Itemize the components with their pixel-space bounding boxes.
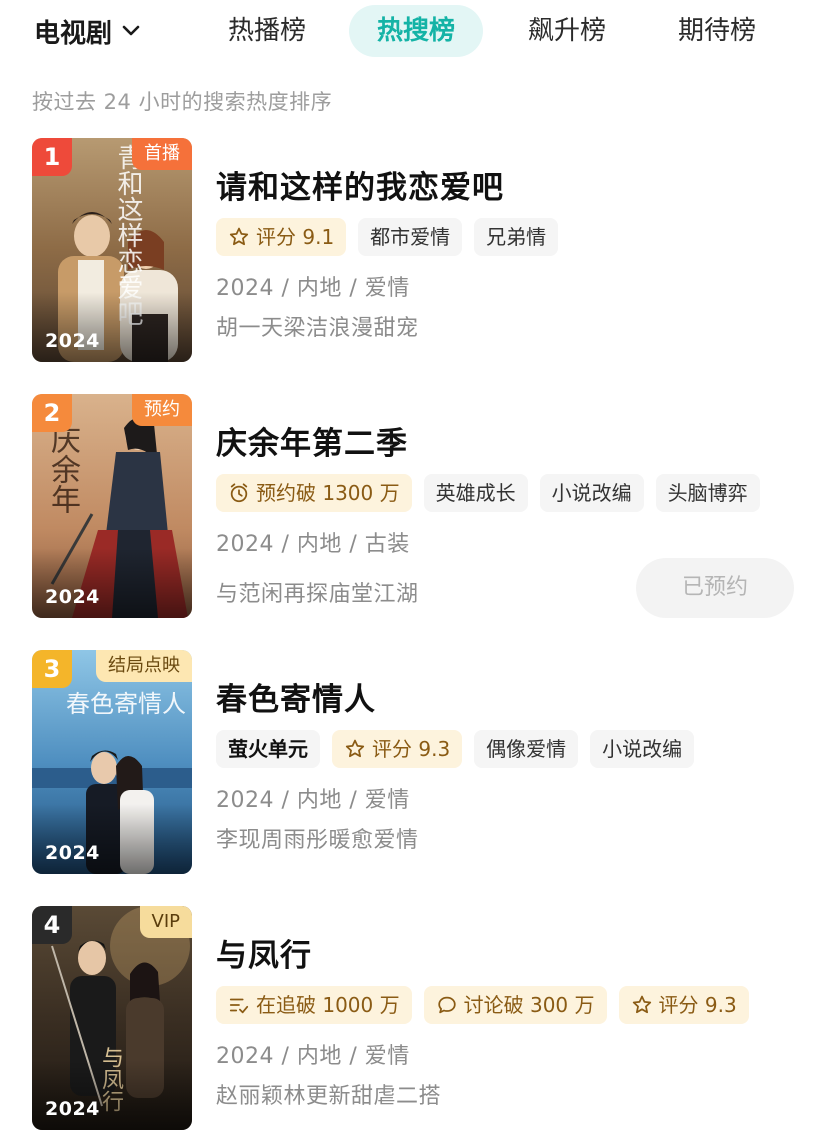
rating-tag: 评分 9.1 bbox=[216, 218, 347, 256]
discussion-tag: 讨论破 300 万 bbox=[423, 986, 607, 1024]
rank-badge: 3 bbox=[32, 650, 72, 688]
theme-tag: 小说改编 bbox=[590, 730, 695, 768]
genre-tag: 偶像爱情 bbox=[474, 730, 579, 768]
show-meta: 2024 / 内地 / 古装 bbox=[216, 532, 410, 557]
show-meta: 2024 / 内地 / 爱情 bbox=[216, 1044, 410, 1069]
poster[interactable]: 与凤行 4 VIP 2024 bbox=[32, 906, 192, 1130]
poster[interactable]: 青和这样恋爱吧 1 首播 2024 bbox=[32, 138, 192, 362]
star-icon bbox=[229, 227, 249, 246]
show-meta: 2024 / 内地 / 爱情 bbox=[216, 788, 410, 813]
poster[interactable]: 庆余年 2 预约 2024 bbox=[32, 394, 192, 618]
rating-tag: 评分 9.3 bbox=[618, 986, 749, 1024]
chevron-down-icon bbox=[122, 25, 140, 36]
top-bar: 电视剧 热播榜 热搜榜 飙升榜 期待榜 bbox=[0, 0, 828, 62]
rank-badge: 4 bbox=[32, 906, 72, 944]
show-title[interactable]: 请和这样的我恋爱吧 bbox=[216, 162, 504, 207]
star-icon bbox=[632, 995, 651, 1014]
poster-year: 2024 bbox=[45, 586, 100, 608]
list-check-icon bbox=[229, 998, 249, 1014]
vip-badge: VIP bbox=[139, 906, 192, 938]
genre-tag: 英雄成长 bbox=[423, 474, 528, 512]
tag-row: 评分 9.1 都市爱情 兄弟情 bbox=[216, 218, 559, 256]
show-title[interactable]: 与凤行 bbox=[216, 930, 312, 975]
status-badge: 首播 bbox=[132, 138, 192, 170]
show-description: 赵丽颖林更新甜虐二搭 bbox=[216, 1084, 442, 1109]
tab-anticipated[interactable]: 期待榜 bbox=[678, 5, 756, 57]
genre-tag: 都市爱情 bbox=[358, 218, 463, 256]
rating-tag: 评分 9.3 bbox=[332, 730, 463, 768]
theme-tag: 兄弟情 bbox=[474, 218, 559, 256]
theme-tag: 头脑博弈 bbox=[655, 474, 760, 512]
poster-title-art: 春色寄情人 bbox=[66, 690, 186, 718]
show-meta: 2024 / 内地 / 爱情 bbox=[216, 276, 410, 301]
poster-year: 2024 bbox=[45, 842, 100, 864]
poster-title-art: 庆余年 bbox=[45, 424, 80, 514]
tag-row: 萤火单元 评分 9.3 偶像爱情 小说改编 bbox=[216, 730, 695, 768]
tag-row: 在追破 1000 万 讨论破 300 万 评分 9.3 bbox=[216, 986, 749, 1024]
status-badge: 结局点映 bbox=[96, 650, 192, 682]
following-tag: 在追破 1000 万 bbox=[216, 986, 412, 1024]
chat-bubble-icon bbox=[437, 996, 456, 1014]
list-item[interactable]: 青和这样恋爱吧 1 首播 2024 请和这样的我恋爱吧 评分 9.1 都市爱情 … bbox=[0, 138, 828, 364]
list-item[interactable]: 庆余年 2 预约 2024 庆余年第二季 预约破 1300 万 英雄成长 小说改… bbox=[0, 394, 828, 620]
tag-row: 预约破 1300 万 英雄成长 小说改编 头脑博弈 bbox=[216, 474, 760, 512]
show-title[interactable]: 庆余年第二季 bbox=[216, 418, 408, 463]
show-description: 胡一天梁洁浪漫甜宠 bbox=[216, 316, 419, 341]
tab-hot-search[interactable]: 热搜榜 bbox=[349, 5, 484, 57]
rank-badge: 2 bbox=[32, 394, 72, 432]
rank-badge: 1 bbox=[32, 138, 72, 176]
list-item[interactable]: 与凤行 4 VIP 2024 与凤行 在追破 1000 万 讨论破 300 万 … bbox=[0, 906, 828, 1132]
ranking-description: 按过去 24 小时的搜索热度排序 bbox=[32, 90, 333, 114]
show-description: 李现周雨彤暖愈爱情 bbox=[216, 828, 419, 853]
poster-year: 2024 bbox=[45, 1098, 100, 1120]
show-title[interactable]: 春色寄情人 bbox=[216, 674, 376, 719]
list-item[interactable]: 春色寄情人 3 结局点映 2024 春色寄情人 萤火单元 评分 9.3 偶像爱情… bbox=[0, 650, 828, 876]
status-badge: 预约 bbox=[132, 394, 192, 426]
category-label: 电视剧 bbox=[34, 18, 113, 49]
poster-year: 2024 bbox=[45, 330, 100, 352]
star-icon bbox=[345, 739, 365, 758]
alarm-clock-icon bbox=[230, 483, 248, 503]
tab-hot-play[interactable]: 热播榜 bbox=[228, 5, 306, 57]
poster[interactable]: 春色寄情人 3 结局点映 2024 bbox=[32, 650, 192, 874]
theme-tag: 小说改编 bbox=[539, 474, 644, 512]
tab-rising[interactable]: 飙升榜 bbox=[528, 5, 606, 57]
reserved-button[interactable]: 已预约 bbox=[636, 558, 794, 618]
category-dropdown[interactable]: 电视剧 bbox=[34, 10, 140, 52]
firefly-unit-tag: 萤火单元 bbox=[216, 730, 320, 768]
show-description: 与范闲再探庙堂江湖 bbox=[216, 582, 419, 607]
reservation-tag: 预约破 1300 万 bbox=[216, 474, 412, 512]
